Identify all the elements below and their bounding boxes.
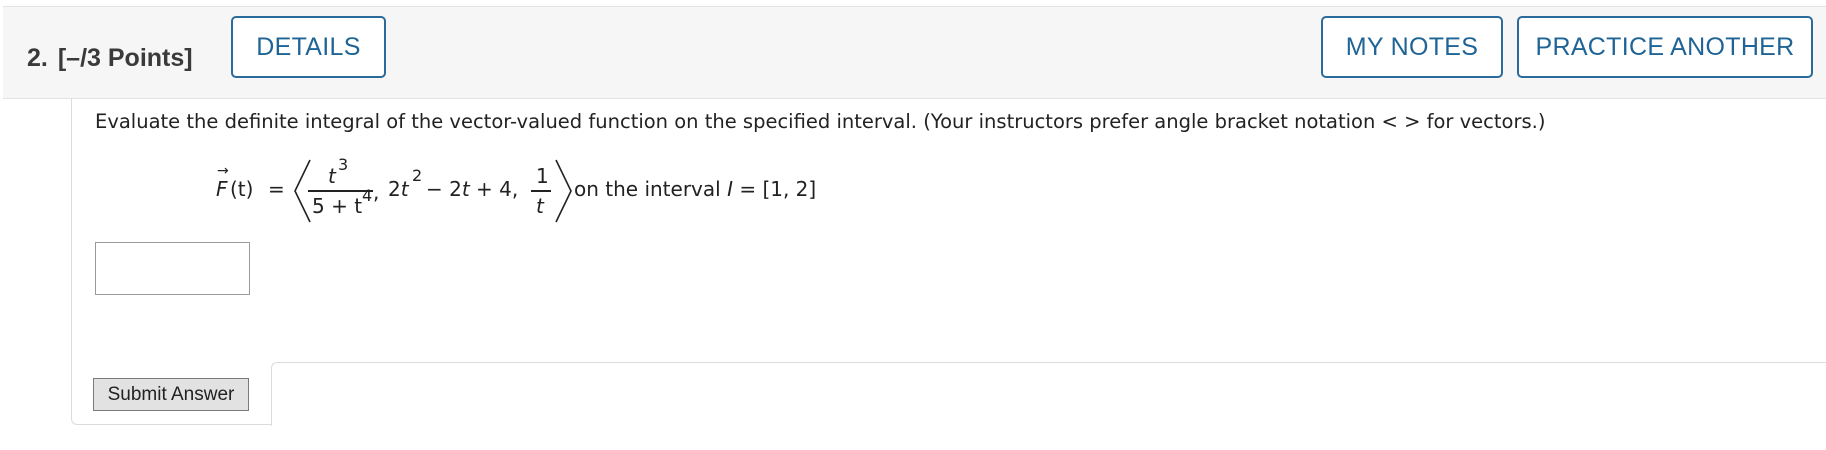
comp3-fraction-bar [531, 190, 551, 192]
vector-arrow-icon: → [217, 163, 229, 179]
details-button[interactable]: DETAILS [231, 16, 386, 78]
practice-another-button[interactable]: PRACTICE ANOTHER [1517, 16, 1813, 78]
comma-separator: , [373, 180, 380, 204]
question-points: [–/3 Points] [57, 44, 193, 72]
function-variable: (t) [230, 177, 254, 201]
comp3-denominator: t [536, 194, 544, 218]
question-page: 2. [–/3 Points] DETAILS MY NOTES PRACTICE… [0, 0, 1826, 450]
interval-text: on the interval I = [1, 2] [574, 177, 816, 201]
comp2-leading-term: 2t [388, 177, 409, 201]
submit-answer-button[interactable]: Submit Answer [93, 378, 249, 411]
comp3-numerator: 1 [536, 164, 549, 188]
comp1-denominator: 5 + t [312, 194, 363, 218]
comp1-numerator: t [328, 164, 336, 188]
comp2-exponent: 2 [412, 166, 423, 185]
question-number: 2. [–/3 Points] [27, 43, 193, 73]
interval-suffix: = [1, 2] [732, 177, 817, 201]
card-footer-cover [272, 424, 1826, 428]
vector-function-expression: F → (t) = t 3 5 + t 4 , 2t 2 − 2t + 4, 1… [210, 150, 850, 230]
comp2-rest: − 2t + 4, [426, 177, 519, 201]
equals-sign: = [268, 177, 285, 201]
card-footer-divider [271, 362, 1826, 426]
question-instructions: Evaluate the definite integral of the ve… [95, 110, 1546, 133]
my-notes-button[interactable]: MY NOTES [1321, 16, 1503, 78]
comp1-numerator-exponent: 3 [338, 155, 349, 174]
question-index: 2. [27, 44, 48, 72]
answer-input[interactable] [95, 242, 250, 295]
function-name: F [216, 177, 228, 201]
interval-prefix: on the interval [574, 177, 728, 201]
comp1-denominator-exponent: 4 [362, 186, 373, 205]
